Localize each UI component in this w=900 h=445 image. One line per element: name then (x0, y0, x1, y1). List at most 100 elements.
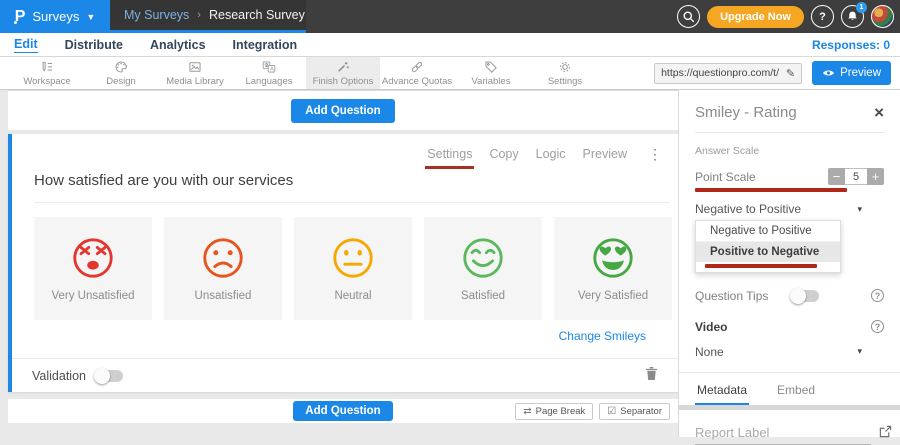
separator-button[interactable]: ☑ Separator (599, 403, 670, 420)
toolbar-item-advance-quotas[interactable]: Advance Quotas (380, 57, 454, 89)
point-scale-stepper: − 5 + (828, 168, 884, 185)
edit-url-pencil-icon[interactable]: ✎ (786, 67, 795, 80)
app-header: P Surveys ▼ My Surveys › Research Survey… (0, 0, 900, 33)
question-tips-toggle[interactable] (792, 290, 819, 302)
notifications-bell-icon[interactable]: 1 (841, 5, 864, 28)
question-tab-settings[interactable]: Settings (427, 147, 472, 161)
sidebar-divider (695, 132, 884, 133)
question-title[interactable]: How satisfied are you with our services (12, 134, 678, 189)
sidebar-tab-embed[interactable]: Embed (775, 378, 817, 405)
menu-option-negative-to-positive[interactable]: Negative to Positive (696, 221, 840, 242)
smiley-option-very-unsatisfied[interactable]: Very Unsatisfied (34, 217, 152, 320)
chevron-down-icon: ▾ (857, 346, 884, 357)
question-tab-copy[interactable]: Copy (489, 147, 518, 161)
satisfied-smiley-icon (460, 235, 506, 281)
point-scale-row: Point Scale − 5 + (695, 168, 884, 185)
survey-url-input[interactable] (661, 67, 779, 79)
add-question-button-top[interactable]: Add Question (291, 99, 394, 123)
very-unsatisfied-smiley-icon (70, 235, 116, 281)
page-break-button[interactable]: ⇄ Page Break (515, 403, 593, 420)
chevron-down-icon: ▾ (857, 204, 884, 215)
point-scale-decrement-button[interactable]: − (828, 168, 845, 185)
editor-content: Add Question Settings Copy Logic Preview… (8, 90, 678, 423)
report-label-row (695, 425, 884, 445)
question-tips-label: Question Tips (695, 289, 768, 303)
chevron-down-icon: ▼ (86, 12, 95, 22)
question-tips-row: Question Tips ? (695, 289, 884, 303)
separator-checkbox-icon: ☑ (607, 406, 616, 417)
scale-direction-selected-value: Negative to Positive (695, 202, 801, 216)
help-icon[interactable]: ? (871, 289, 884, 302)
video-source-dropdown[interactable]: None ▾ (695, 345, 884, 359)
page-end-buttons: ⇄ Page Break ☑ Separator (515, 403, 670, 420)
toolbar-item-workspace[interactable]: Workspace (10, 57, 84, 89)
toolbar-item-settings[interactable]: Settings (528, 57, 602, 89)
gear-icon (558, 60, 572, 74)
smiley-option-satisfied[interactable]: Satisfied (424, 217, 542, 320)
question-tabs: Settings Copy Logic Preview ⋮ (427, 147, 662, 161)
preview-button[interactable]: Preview (812, 61, 891, 85)
very-satisfied-smiley-icon (590, 235, 636, 281)
close-icon[interactable]: × (874, 104, 884, 121)
unsatisfied-smiley-icon (200, 235, 246, 281)
point-scale-value[interactable]: 5 (845, 168, 867, 185)
breadcrumb-my-surveys[interactable]: My Surveys (124, 8, 189, 22)
survey-url-box: ✎ (654, 63, 802, 84)
toolbar-item-design[interactable]: Design (84, 57, 158, 89)
add-question-button-bottom[interactable]: Add Question (293, 401, 392, 421)
video-label: Video (695, 320, 727, 334)
question-tab-logic[interactable]: Logic (536, 147, 566, 161)
help-icon[interactable]: ? (811, 5, 834, 28)
add-question-bar-top: Add Question (8, 90, 678, 130)
menu-option-positive-to-negative[interactable]: Positive to Negative (696, 242, 840, 262)
add-question-bar-bottom: Add Question ⇄ Page Break ☑ Separator (8, 399, 678, 423)
responses-count[interactable]: Responses: 0 (812, 38, 890, 52)
breadcrumb-current-survey: Research Survey (209, 8, 305, 22)
toolbar-item-languages[interactable]: A Languages (232, 57, 306, 89)
open-editor-icon[interactable] (879, 425, 892, 443)
delete-question-trash-icon[interactable] (645, 366, 658, 386)
nav-item-distribute[interactable]: Distribute (65, 38, 123, 52)
svg-text:A: A (270, 66, 274, 72)
point-scale-increment-button[interactable]: + (867, 168, 884, 185)
smiley-option-neutral[interactable]: Neutral (294, 217, 412, 320)
smiley-option-very-satisfied[interactable]: Very Satisfied (554, 217, 672, 320)
question-settings-sidebar: Smiley - Rating × Answer Scale Point Sca… (678, 90, 900, 437)
validation-row: Validation (12, 358, 678, 392)
toolbar-item-variables[interactable]: Variables (454, 57, 528, 89)
chain-link-icon (410, 60, 424, 74)
section-nav: Edit Distribute Analytics Integration Re… (0, 33, 900, 57)
nav-item-analytics[interactable]: Analytics (150, 38, 206, 52)
upgrade-now-button[interactable]: Upgrade Now (707, 6, 804, 28)
page-break-icon: ⇄ (523, 406, 531, 417)
search-icon[interactable] (677, 5, 700, 28)
question-tab-preview[interactable]: Preview (583, 147, 627, 161)
kebab-menu-icon[interactable]: ⋮ (648, 147, 662, 161)
product-switcher[interactable]: P Surveys ▼ (0, 0, 110, 33)
report-label-input[interactable] (695, 425, 871, 445)
toolbar-item-finish-options[interactable]: Finish Options (306, 57, 380, 89)
breadcrumb: My Surveys › Research Survey (110, 0, 306, 30)
user-avatar[interactable] (871, 5, 894, 28)
sidebar-tab-separator-bar (679, 405, 900, 410)
header-actions: Upgrade Now ? 1 (677, 4, 894, 29)
validation-toggle[interactable] (96, 370, 123, 382)
editor-toolbar: Workspace Design Media Library A Languag… (0, 57, 900, 90)
questionpro-logo: P (15, 8, 26, 26)
scale-direction-dropdown[interactable]: Negative to Positive ▾ (695, 202, 884, 216)
change-smileys-link[interactable]: Change Smileys (12, 329, 646, 343)
nav-item-integration[interactable]: Integration (233, 38, 298, 52)
product-label: Surveys (32, 9, 79, 24)
media-library-icon (188, 60, 202, 74)
sidebar-tab-metadata[interactable]: Metadata (695, 378, 749, 405)
help-icon[interactable]: ? (871, 320, 884, 333)
design-palette-icon (114, 60, 128, 74)
toolbar-item-media-library[interactable]: Media Library (158, 57, 232, 89)
nav-item-edit[interactable]: Edit (14, 37, 38, 53)
question-card: Settings Copy Logic Preview ⋮ How satisf… (8, 134, 678, 392)
answer-scale-label: Answer Scale (695, 145, 884, 157)
scale-direction-menu: Negative to Positive Positive to Negativ… (695, 220, 841, 273)
neutral-smiley-icon (330, 235, 376, 281)
languages-icon: A (262, 60, 276, 74)
smiley-option-unsatisfied[interactable]: Unsatisfied (164, 217, 282, 320)
